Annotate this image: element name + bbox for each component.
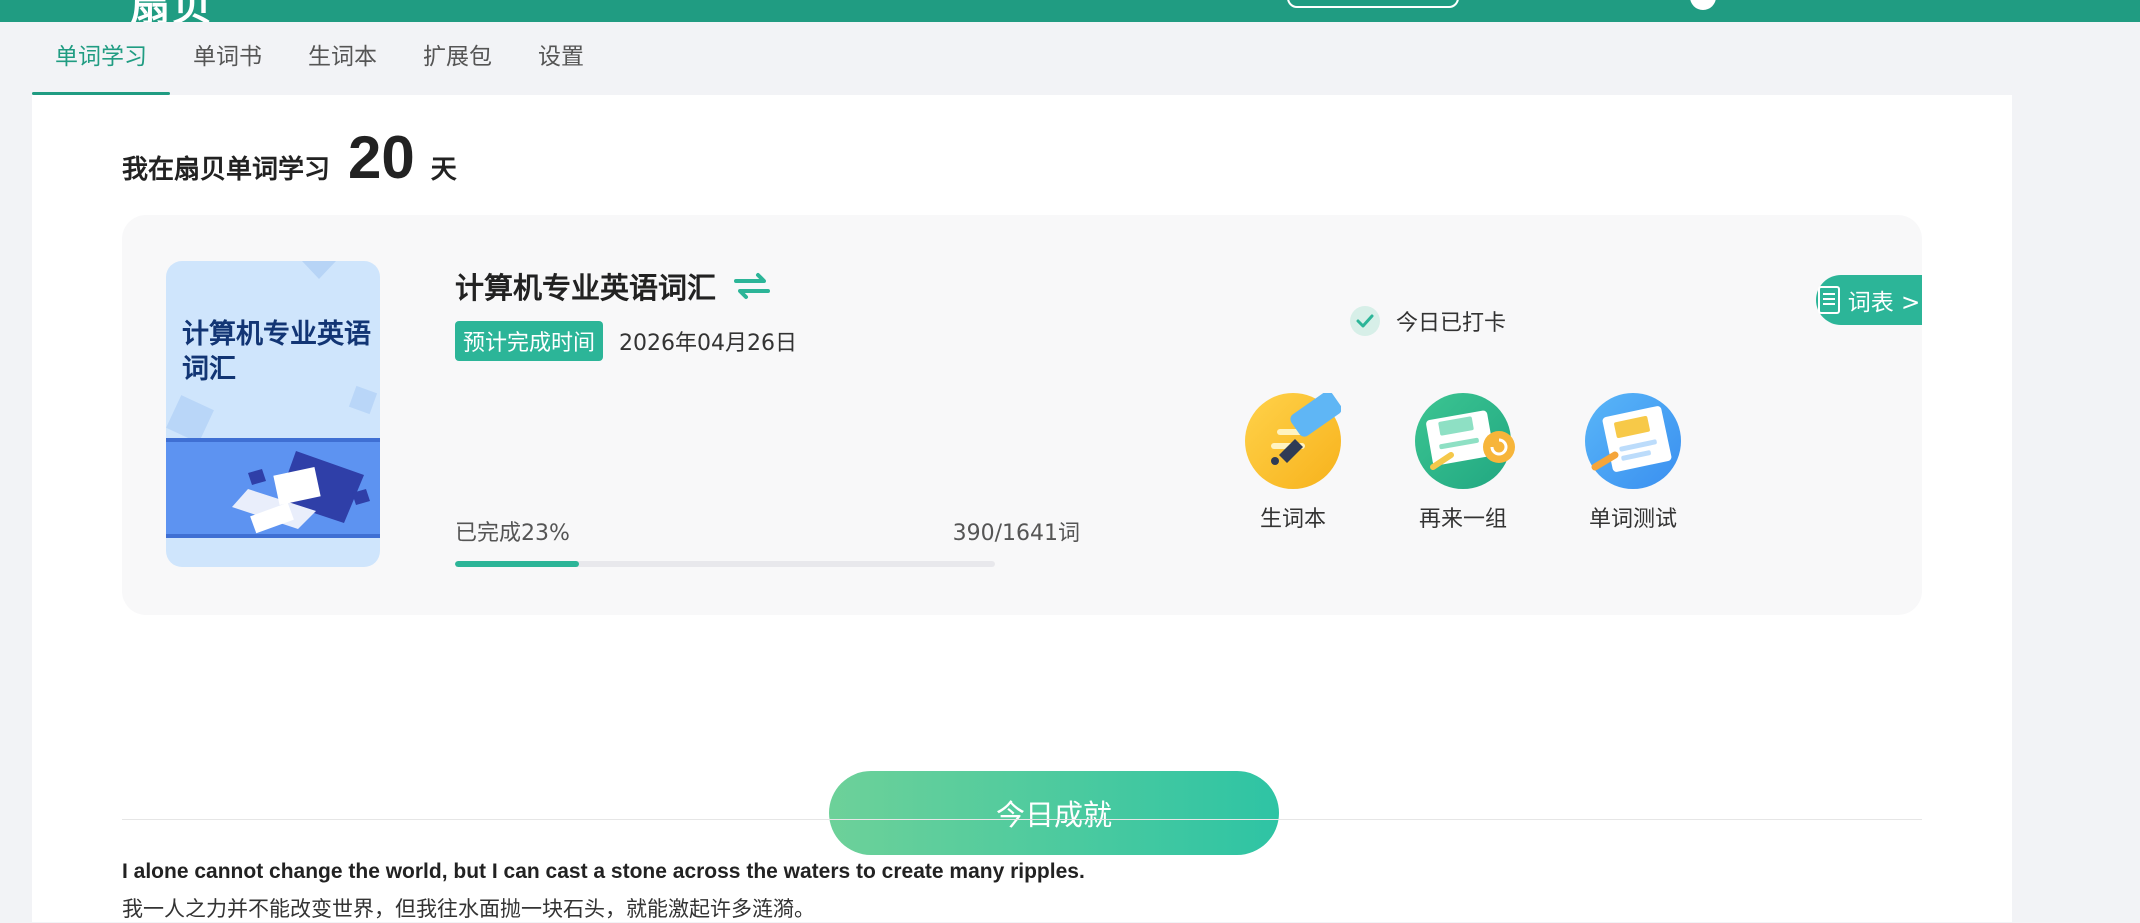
progress-bar-fill: [455, 561, 580, 567]
divider: [122, 819, 1922, 820]
cover-decoration: [166, 261, 380, 538]
eta-badge: 预计完成时间: [455, 321, 604, 361]
eta-row: 预计完成时间 2026年04月26日: [455, 321, 797, 361]
cover-title: 计算机专业英语词汇: [182, 319, 371, 385]
quote-chinese: 我一人之力并不能改变世界，但我往水面抛一块石头，就能激起许多涟漪。: [122, 897, 815, 921]
document-icon: [1817, 286, 1840, 314]
book-title: 计算机专业英语词汇: [455, 271, 717, 305]
quote-english: I alone cannot change the world, but I c…: [122, 860, 1085, 883]
streak-heading: 我在扇贝单词学习 20 天: [122, 123, 457, 192]
tab-extension-packs[interactable]: 扩展包: [400, 22, 515, 94]
action-another-group-label: 再来一组: [1418, 507, 1507, 532]
current-book-card: 计算机专业英语词汇 计算机专业英语词汇 预计完成时间 2026年04月26日 已…: [122, 215, 1922, 615]
streak-prefix: 我在扇贝单词学习: [122, 155, 331, 185]
nav-tabs: 单词学习 单词书 生词本 扩展包 设置: [32, 22, 607, 95]
tab-settings[interactable]: 设置: [515, 22, 607, 94]
tab-vocabulary-notebook[interactable]: 生词本: [285, 22, 400, 94]
word-test-icon: [1585, 393, 1681, 489]
action-word-test-label: 单词测试: [1588, 507, 1677, 532]
action-word-test[interactable]: 单词测试: [1563, 393, 1703, 533]
notebook-pen-icon: [1245, 393, 1341, 489]
progress-count: 390/1641词: [952, 521, 1080, 546]
refresh-group-icon: [1415, 393, 1515, 489]
main-panel: 我在扇贝单词学习 20 天 计算机专业英语词汇 计算机专业英语词汇 预计完成时间…: [32, 95, 2012, 922]
checkin-text: 今日已打卡: [1396, 311, 1507, 336]
top-header: 扇贝: [0, 0, 2140, 22]
check-icon: [1350, 306, 1380, 336]
switch-book-icon[interactable]: [732, 271, 772, 301]
book-cover[interactable]: 计算机专业英语词汇: [166, 261, 380, 567]
today-achievement-button[interactable]: 今日成就: [829, 771, 1279, 855]
progress-bar: [455, 561, 995, 567]
avatar[interactable]: [1690, 0, 1716, 10]
action-notebook[interactable]: 生词本: [1223, 393, 1363, 533]
checkin-status: 今日已打卡: [1350, 305, 1506, 337]
tab-word-learning[interactable]: 单词学习: [32, 22, 170, 95]
streak-days: 20: [348, 124, 415, 191]
streak-suffix: 天: [430, 155, 457, 185]
header-button[interactable]: [1287, 0, 1459, 8]
tab-word-books[interactable]: 单词书: [170, 22, 285, 94]
app-logo[interactable]: 扇贝: [130, 0, 214, 22]
progress-label: 已完成23%: [455, 521, 570, 546]
action-another-group[interactable]: 再来一组: [1393, 393, 1533, 533]
wordlist-button[interactable]: 词表 >: [1816, 275, 1922, 325]
action-notebook-label: 生词本: [1259, 507, 1326, 532]
book-title-row: 计算机专业英语词汇: [455, 265, 772, 307]
eta-date: 2026年04月26日: [619, 331, 797, 356]
wordlist-label: 词表 >: [1847, 290, 1921, 316]
